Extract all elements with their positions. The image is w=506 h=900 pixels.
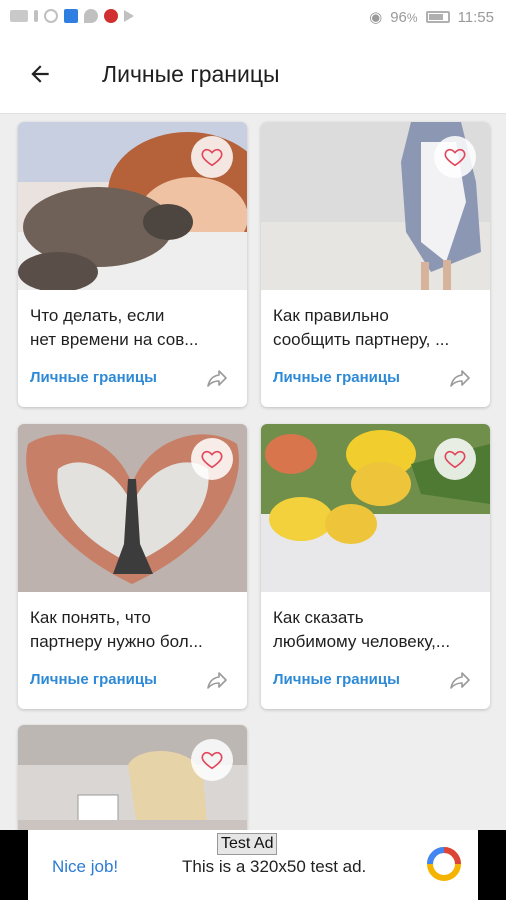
article-card[interactable] bbox=[18, 725, 247, 835]
wifi-icon bbox=[44, 9, 58, 23]
share-icon[interactable] bbox=[205, 366, 229, 390]
ad-label: Test Ad bbox=[217, 833, 278, 855]
clock: 11:55 bbox=[457, 8, 494, 26]
article-card[interactable]: Как сказать любимому человеку,... Личные… bbox=[261, 424, 490, 709]
heart-icon bbox=[444, 450, 466, 469]
heart-icon bbox=[444, 148, 466, 167]
article-title: Что делать, если нет времени на сов... bbox=[30, 304, 235, 352]
favorite-button[interactable] bbox=[191, 438, 233, 480]
share-icon[interactable] bbox=[448, 366, 472, 390]
status-bar: ◉ 96% 11:55 bbox=[0, 0, 506, 34]
article-category[interactable]: Личные границы bbox=[273, 369, 400, 386]
battery-icon bbox=[425, 11, 450, 23]
eye-icon: ◉ bbox=[369, 9, 383, 26]
sim-icon bbox=[10, 10, 28, 22]
article-category[interactable]: Личные границы bbox=[30, 671, 157, 688]
article-title-line: Как понять, что bbox=[30, 608, 151, 627]
favorite-button[interactable] bbox=[191, 739, 233, 781]
article-title-line: Как сказать bbox=[273, 608, 364, 627]
heart-icon bbox=[201, 148, 223, 167]
play-icon bbox=[124, 10, 134, 22]
favorite-button[interactable] bbox=[191, 136, 233, 178]
article-category[interactable]: Личные границы bbox=[273, 671, 400, 688]
article-title-line: любимому человеку,... bbox=[273, 632, 451, 651]
article-title-line: Как правильно bbox=[273, 306, 389, 325]
article-title: Как правильно сообщить партнеру, ... bbox=[273, 304, 478, 352]
favorite-button[interactable] bbox=[434, 136, 476, 178]
back-button[interactable] bbox=[22, 56, 58, 92]
heart-icon bbox=[201, 751, 223, 770]
article-card[interactable]: Как правильно сообщить партнеру, ... Лич… bbox=[261, 122, 490, 407]
article-title-line: Что делать, если bbox=[30, 306, 165, 325]
article-title: Как сказать любимому человеку,... bbox=[273, 606, 478, 654]
article-category[interactable]: Личные границы bbox=[30, 369, 157, 386]
signal-icon bbox=[34, 10, 38, 22]
back-arrow-icon bbox=[31, 65, 49, 83]
phone-call-icon bbox=[104, 9, 118, 23]
favorite-button[interactable] bbox=[434, 438, 476, 480]
heart-icon bbox=[201, 450, 223, 469]
location-icon bbox=[84, 9, 98, 23]
battery-percent: 96 bbox=[390, 8, 407, 26]
article-title-line: нет времени на сов... bbox=[30, 330, 199, 349]
app-notification-icon bbox=[64, 9, 78, 23]
page-title: Личные границы bbox=[102, 61, 280, 87]
ad-network-logo-icon bbox=[427, 847, 461, 881]
battery-percent-unit: % bbox=[406, 10, 418, 25]
article-card[interactable]: Что делать, если нет времени на сов... Л… bbox=[18, 122, 247, 407]
ad-text: This is a 320x50 test ad. bbox=[182, 857, 367, 876]
app-bar: Личные границы bbox=[0, 34, 506, 114]
article-card[interactable]: Как понять, что партнеру нужно бол... Ли… bbox=[18, 424, 247, 709]
share-icon[interactable] bbox=[448, 668, 472, 692]
article-title-line: сообщить партнеру, ... bbox=[273, 330, 450, 349]
share-icon[interactable] bbox=[205, 668, 229, 692]
article-title: Как понять, что партнеру нужно бол... bbox=[30, 606, 235, 654]
ad-cta-link[interactable]: Nice job! bbox=[52, 857, 118, 877]
article-title-line: партнеру нужно бол... bbox=[30, 632, 203, 651]
